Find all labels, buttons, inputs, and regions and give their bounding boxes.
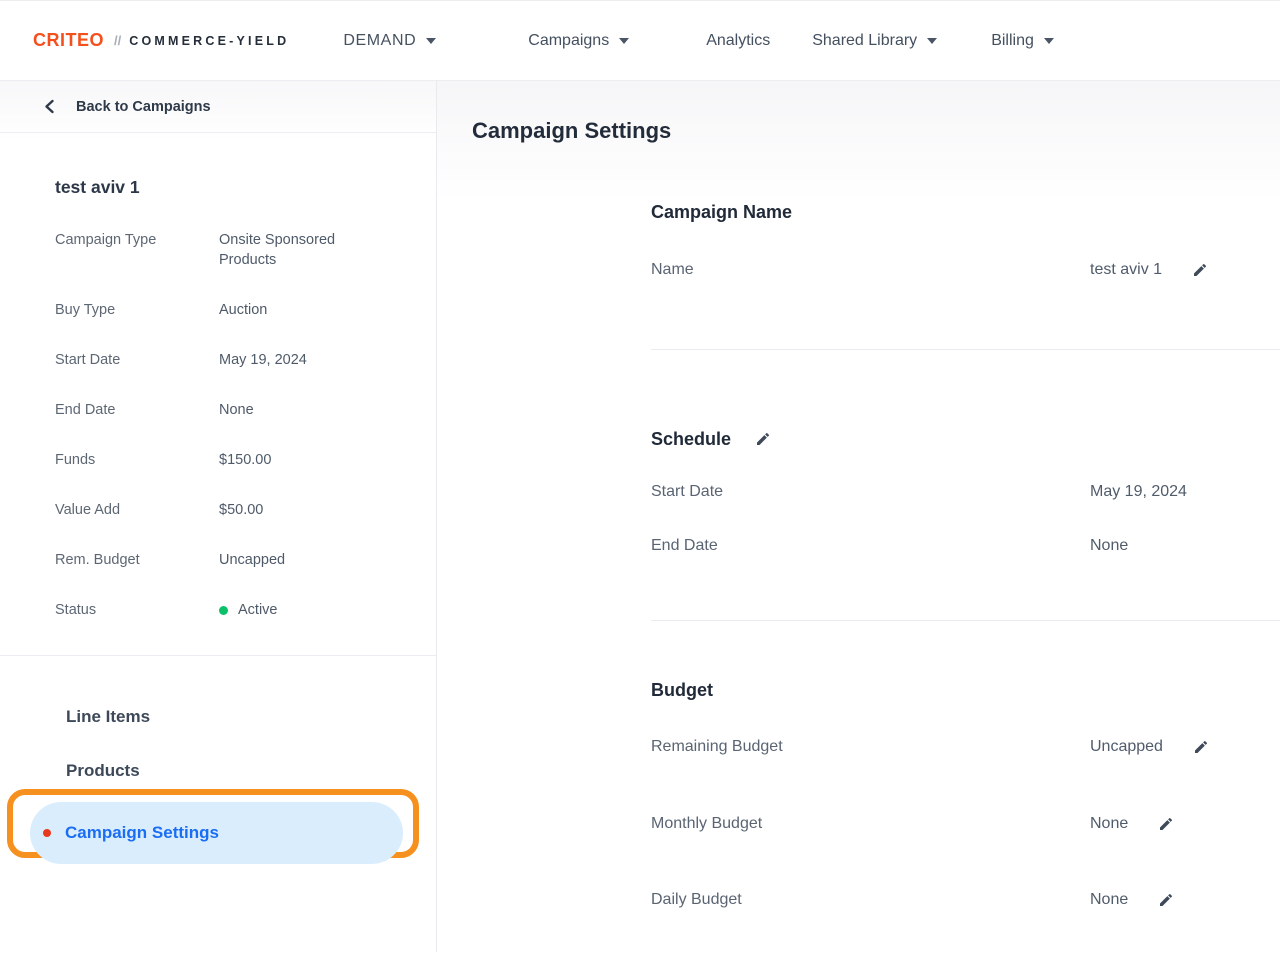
chevron-left-icon [43, 99, 56, 114]
campaign-summary: test aviv 1 Campaign Type Onsite Sponsor… [0, 133, 436, 620]
schedule-heading: Schedule [651, 428, 731, 450]
product-name: COMMERCE-YIELD [129, 34, 289, 48]
section-campaign-name: Campaign Name Name test aviv 1 [651, 201, 1280, 350]
setting-row-remaining-budget: Remaining Budget Uncapped [651, 737, 1280, 757]
name-value: test aviv 1 [1090, 260, 1162, 280]
remaining-budget-value: Uncapped [1090, 737, 1163, 757]
detail-row-start-date: Start Date May 19, 2024 [55, 350, 381, 370]
status-badge: Active [238, 600, 278, 620]
edit-schedule-button[interactable] [755, 431, 771, 447]
setting-row-name: Name test aviv 1 [651, 260, 1280, 280]
monthly-budget-value: None [1090, 814, 1128, 834]
criteo-logo: CRITEO [33, 30, 104, 51]
top-navigation-bar: CRITEO // COMMERCE-YIELD DEMAND Campaign… [0, 0, 1280, 81]
detail-row-funds: Funds $150.00 [55, 450, 381, 470]
end-date-value: None [1090, 536, 1128, 556]
demand-dropdown[interactable]: DEMAND [343, 32, 436, 50]
detail-row-end-date: End Date None [55, 400, 381, 420]
setting-row-monthly-budget: Monthly Budget None [651, 814, 1280, 834]
budget-heading: Budget [651, 679, 1280, 701]
chevron-down-icon [619, 38, 629, 44]
daily-budget-value: None [1090, 890, 1128, 910]
page-title: Campaign Settings [437, 81, 1280, 145]
detail-row-campaign-type: Campaign Type Onsite Sponsored Products [55, 230, 381, 270]
chevron-down-icon [1044, 38, 1054, 44]
brand-separator: // [114, 33, 121, 48]
setting-row-start-date: Start Date May 19, 2024 [651, 482, 1280, 502]
detail-row-status: Status Active [55, 600, 381, 620]
chevron-down-icon [426, 38, 436, 44]
nav-campaigns[interactable]: Campaigns [528, 32, 629, 50]
detail-row-rem-budget: Rem. Budget Uncapped [55, 550, 381, 570]
section-schedule: Schedule Start Date May 19, 2024 End Dat… [651, 428, 1280, 621]
edit-name-button[interactable] [1192, 262, 1208, 278]
start-date-value: May 19, 2024 [1090, 482, 1187, 502]
edit-remaining-budget-button[interactable] [1193, 739, 1209, 755]
back-link-label: Back to Campaigns [76, 99, 211, 115]
detail-row-value-add: Value Add $50.00 [55, 500, 381, 520]
sidebar-item-line-items[interactable]: Line Items [0, 690, 436, 744]
brand-logo[interactable]: CRITEO // COMMERCE-YIELD [33, 30, 289, 51]
campaign-sidebar: Back to Campaigns test aviv 1 Campaign T… [0, 81, 437, 952]
section-budget: Budget Remaining Budget Uncapped Monthly… [651, 679, 1280, 910]
campaign-section-nav: Line Items Products Campaign Settings [0, 656, 436, 864]
status-active-dot-icon [219, 606, 228, 615]
sidebar-item-campaign-settings[interactable]: Campaign Settings [30, 802, 403, 864]
nav-analytics[interactable]: Analytics [706, 32, 770, 50]
back-to-campaigns-link[interactable]: Back to Campaigns [0, 81, 436, 133]
nav-billing[interactable]: Billing [991, 32, 1054, 50]
nav-shared-library[interactable]: Shared Library [812, 32, 937, 50]
edit-daily-budget-button[interactable] [1158, 892, 1174, 908]
main-nav: DEMAND Campaigns Analytics Shared Librar… [289, 32, 1054, 50]
setting-row-daily-budget: Daily Budget None [651, 890, 1280, 910]
detail-row-buy-type: Buy Type Auction [55, 300, 381, 320]
setting-row-end-date: End Date None [651, 536, 1280, 556]
sidebar-item-products[interactable]: Products [0, 744, 436, 798]
click-indicator-dot [43, 829, 51, 837]
campaign-name-heading: Campaign Name [651, 201, 1280, 223]
campaign-name-title: test aviv 1 [55, 177, 381, 198]
campaign-settings-panel: Campaign Settings Campaign Name Name tes… [437, 81, 1280, 952]
chevron-down-icon [927, 38, 937, 44]
edit-monthly-budget-button[interactable] [1158, 816, 1174, 832]
